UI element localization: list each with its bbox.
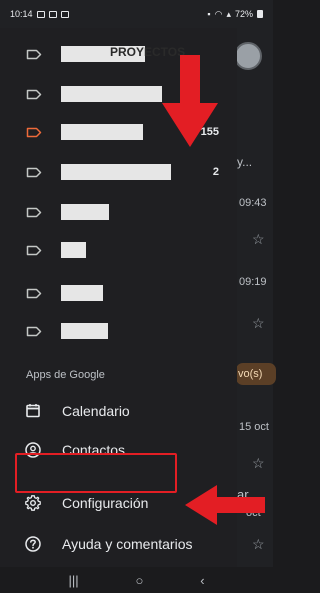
label-name-redacted — [61, 242, 86, 258]
system-nav-bar: ||| ○ ‹ — [0, 567, 273, 593]
drawer-label-item[interactable] — [0, 194, 237, 230]
background-snippet: y... — [237, 155, 253, 169]
notification-icon — [36, 10, 45, 18]
help-menu-item[interactable]: Ayuda y comentarios — [0, 525, 237, 563]
label-icon — [26, 167, 42, 177]
notification-icon — [48, 10, 57, 18]
label-icon — [26, 288, 42, 298]
drawer-label-item[interactable] — [0, 313, 237, 349]
recent-apps-icon[interactable]: ||| — [68, 573, 78, 588]
label-name-redacted — [61, 204, 109, 220]
label-name-redacted — [61, 285, 103, 301]
background-time: 09:43 — [239, 197, 267, 209]
unread-count: 2 — [212, 166, 219, 178]
background-date: 15 oct — [239, 421, 269, 433]
label-icon — [26, 245, 42, 255]
help-label: Ayuda y comentarios — [62, 536, 193, 552]
home-icon[interactable]: ○ — [135, 573, 143, 588]
background-time: 09:19 — [239, 276, 267, 288]
down-arrow-annotation — [162, 55, 218, 147]
drawer-label-item[interactable]: 2 — [0, 154, 237, 190]
signal-icon: ▴ — [226, 8, 231, 19]
left-arrow-annotation — [185, 485, 265, 525]
settings-label: Configuración — [62, 495, 149, 511]
calendar-label: Calendario — [62, 403, 130, 419]
star-icon[interactable]: ☆ — [252, 231, 265, 248]
calendar-menu-item[interactable]: Calendario — [0, 392, 237, 430]
calendar-icon — [26, 404, 40, 418]
star-icon[interactable]: ☆ — [252, 536, 265, 553]
gear-icon — [25, 495, 41, 511]
label-name-redacted — [61, 164, 171, 180]
settings-highlight-box — [15, 453, 177, 493]
label-name-redacted — [61, 86, 162, 102]
label-icon — [26, 89, 42, 99]
label-icon — [26, 207, 42, 217]
battery-icon — [257, 10, 263, 18]
label-icon — [26, 49, 42, 59]
label-icon — [26, 127, 42, 137]
google-apps-heading: Apps de Google — [26, 369, 105, 381]
help-icon — [25, 536, 41, 552]
wifi-icon: ◠ — [214, 8, 223, 19]
background-chip: vo(s) — [236, 363, 276, 385]
status-bar: 10:14 ▪ ◠ ▴ 72% — [0, 0, 273, 28]
label-icon — [26, 326, 42, 336]
label-name-redacted — [61, 323, 108, 339]
drawer-label-item[interactable] — [0, 232, 237, 268]
back-icon[interactable]: ‹ — [200, 573, 204, 588]
star-icon[interactable]: ☆ — [252, 315, 265, 332]
label-name-redacted — [61, 124, 143, 140]
status-time: 10:14 — [10, 9, 33, 19]
star-icon[interactable]: ☆ — [252, 455, 265, 472]
notification-icon — [60, 10, 69, 18]
battery-level: 72% — [234, 9, 253, 19]
mute-icon: ▪ — [207, 9, 211, 19]
drawer-label-item[interactable] — [0, 275, 237, 311]
account-avatar[interactable] — [234, 42, 262, 70]
